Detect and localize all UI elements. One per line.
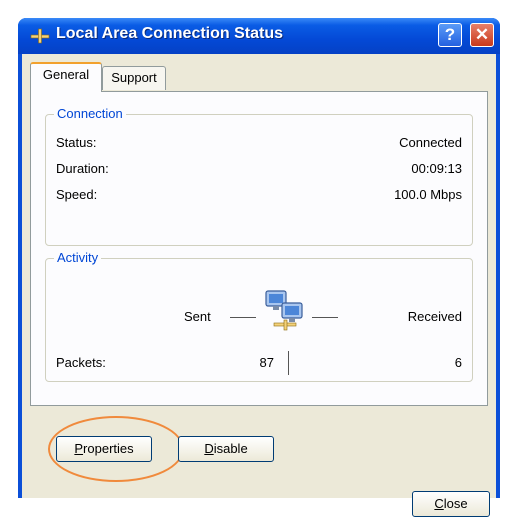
- connection-group-label: Connection: [54, 106, 126, 121]
- properties-label: roperties: [83, 441, 134, 456]
- received-line: [312, 317, 338, 318]
- connection-group: Connection Status: Connected Duration: 0…: [45, 106, 473, 246]
- dialog-body: General Support Connection Status: Conne…: [22, 54, 496, 517]
- tab-general[interactable]: General: [30, 62, 102, 92]
- title-bar[interactable]: Local Area Connection Status ? ✕: [18, 18, 500, 54]
- network-connection-icon: [30, 28, 50, 44]
- network-computers-icon: [265, 290, 303, 331]
- disable-mnemonic: D: [204, 441, 214, 456]
- tab-support[interactable]: Support: [102, 66, 166, 90]
- packets-divider: [288, 351, 289, 375]
- duration-value: 00:09:13: [411, 161, 462, 176]
- packets-label: Packets:: [56, 355, 106, 370]
- status-label: Status:: [56, 135, 97, 150]
- help-button[interactable]: ?: [438, 23, 462, 47]
- sent-label: Sent: [184, 309, 211, 324]
- close-button[interactable]: Close: [412, 491, 490, 517]
- speed-label: Speed:: [56, 187, 98, 202]
- window-title: Local Area Connection Status: [56, 25, 283, 42]
- status-value: Connected: [399, 135, 462, 150]
- received-label: Received: [407, 309, 462, 324]
- activity-group-label: Activity: [54, 250, 102, 265]
- sent-line: [230, 317, 256, 318]
- packets-received-value: 6: [454, 355, 462, 370]
- disable-button[interactable]: Disable: [178, 436, 274, 462]
- properties-button[interactable]: Properties: [56, 436, 152, 462]
- close-label: lose: [443, 496, 468, 511]
- duration-label: Duration:: [56, 161, 109, 176]
- packets-sent-value: 87: [259, 355, 274, 370]
- disable-label: isable: [213, 441, 248, 456]
- title-close-button[interactable]: ✕: [470, 23, 494, 47]
- general-tab-panel: Connection Status: Connected Duration: 0…: [30, 91, 488, 406]
- speed-value: 100.0 Mbps: [394, 187, 462, 202]
- close-mnemonic: C: [434, 496, 444, 511]
- properties-mnemonic: P: [74, 441, 84, 456]
- status-dialog: Local Area Connection Status ? ✕ General…: [18, 18, 500, 517]
- activity-group: Activity Sent Received Packets: 87 6: [45, 250, 473, 382]
